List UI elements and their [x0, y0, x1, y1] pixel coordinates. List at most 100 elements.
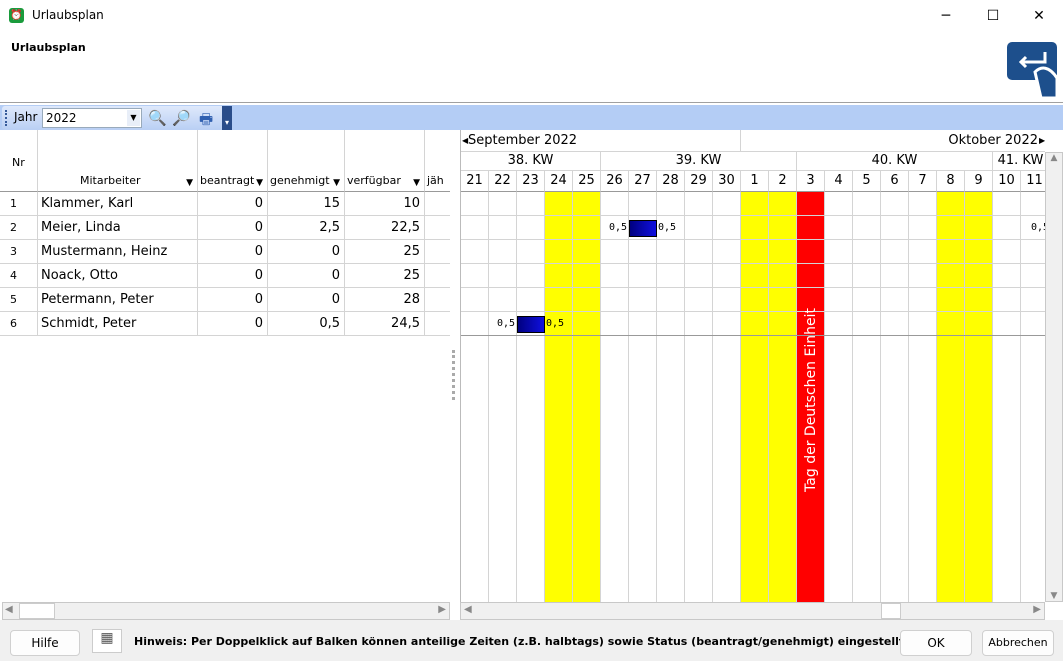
table-cell[interactable]: 24,5	[345, 312, 425, 336]
weekend-column[interactable]	[769, 192, 797, 602]
day-column[interactable]	[853, 192, 881, 602]
table-cell[interactable]: 0	[198, 216, 268, 240]
left-horizontal-scrollbar[interactable]: ◀ ▶	[2, 602, 450, 620]
table-cell[interactable]: 0	[268, 240, 345, 264]
table-cell[interactable]: 0	[198, 264, 268, 288]
day-header: 25	[573, 171, 601, 192]
table-cell[interactable]: 3	[0, 240, 38, 264]
splitter-handle[interactable]	[452, 350, 456, 400]
column-header-5[interactable]: jäh	[425, 130, 450, 192]
table-cell[interactable]: Petermann, Peter	[38, 288, 198, 312]
day-header: 30	[713, 171, 741, 192]
day-column[interactable]	[909, 192, 937, 602]
table-cell[interactable]: 4	[0, 264, 38, 288]
day-header: 24	[545, 171, 573, 192]
table-cell[interactable]: Noack, Otto	[38, 264, 198, 288]
table-cell[interactable]: 10	[345, 192, 425, 216]
day-column[interactable]	[825, 192, 853, 602]
weekend-column[interactable]	[965, 192, 993, 602]
day-column[interactable]	[685, 192, 713, 602]
table-cell[interactable]: Meier, Linda	[38, 216, 198, 240]
help-button[interactable]: Hilfe	[10, 630, 80, 656]
close-button[interactable]: ✕	[1016, 0, 1062, 32]
table-cell[interactable]: 2	[0, 216, 38, 240]
table-cell[interactable]: 0	[198, 288, 268, 312]
table-cell-empty[interactable]	[425, 240, 450, 264]
weekend-column[interactable]	[741, 192, 769, 602]
table-cell[interactable]: 0,5	[268, 312, 345, 336]
table-cell[interactable]: 6	[0, 312, 38, 336]
scroll-thumb[interactable]	[19, 603, 55, 619]
scroll-thumb[interactable]	[881, 603, 901, 619]
table-cell[interactable]: 5	[0, 288, 38, 312]
next-month-icon[interactable]: ▶	[1039, 136, 1045, 145]
maximize-button[interactable]: ☐	[970, 0, 1016, 32]
sort-dropdown-icon[interactable]: ▼	[333, 178, 340, 188]
table-cell[interactable]: 0	[268, 288, 345, 312]
sort-dropdown-icon[interactable]: ▼	[186, 178, 193, 188]
table-cell-empty[interactable]	[425, 264, 450, 288]
column-header-1[interactable]: Mitarbeiter ▼	[38, 130, 198, 192]
table-cell[interactable]: Mustermann, Heinz	[38, 240, 198, 264]
vacation-bar[interactable]	[629, 220, 657, 237]
column-header-label: Nr	[12, 156, 25, 169]
bar-right-value: 0,5	[546, 318, 565, 329]
vertical-scrollbar[interactable]: ▲ ▼	[1045, 152, 1063, 602]
day-column[interactable]	[601, 192, 629, 602]
day-column[interactable]	[713, 192, 741, 602]
table-cell-empty[interactable]	[425, 192, 450, 216]
prev-month-icon[interactable]: ◀	[462, 136, 468, 145]
sort-dropdown-icon[interactable]: ▼	[256, 178, 263, 188]
day-column[interactable]	[489, 192, 517, 602]
column-header-2[interactable]: beantragt ▼	[198, 130, 268, 192]
zoom-in-icon[interactable]: 🔍	[148, 109, 167, 127]
table-cell[interactable]: 25	[345, 264, 425, 288]
year-select[interactable]: 2022 ▼	[42, 108, 142, 128]
weekend-column[interactable]	[573, 192, 601, 602]
column-header-4[interactable]: verfügbar ▼	[345, 130, 425, 192]
table-cell[interactable]: 2,5	[268, 216, 345, 240]
table-cell[interactable]: 15	[268, 192, 345, 216]
table-cell[interactable]: 0	[198, 240, 268, 264]
sort-dropdown-icon[interactable]: ▼	[413, 178, 420, 188]
weekend-column[interactable]	[937, 192, 965, 602]
minimize-button[interactable]: ─	[923, 0, 969, 32]
table-cell[interactable]: 0	[268, 264, 345, 288]
column-header-0: Nr	[0, 130, 38, 192]
day-column[interactable]	[993, 192, 1021, 602]
day-column[interactable]	[517, 192, 545, 602]
window-title: Urlaubsplan	[32, 8, 104, 22]
table-cell[interactable]: 0	[198, 312, 268, 336]
table-cell[interactable]: 1	[0, 192, 38, 216]
column-header-label: jäh	[427, 174, 444, 187]
table-cell[interactable]: 28	[345, 288, 425, 312]
day-column[interactable]	[881, 192, 909, 602]
day-header: 4	[825, 171, 853, 192]
table-cell[interactable]: 22,5	[345, 216, 425, 240]
ok-button[interactable]: OK	[900, 630, 972, 656]
cancel-button[interactable]: Abbrechen	[982, 630, 1054, 656]
table-cell[interactable]: 25	[345, 240, 425, 264]
grip-handle[interactable]	[5, 110, 7, 126]
day-column[interactable]	[657, 192, 685, 602]
day-column[interactable]	[1021, 192, 1045, 602]
row-divider	[461, 287, 1045, 288]
toolbar-overflow-button[interactable]: ▾	[222, 106, 232, 130]
zoom-out-icon[interactable]: 🔎	[172, 109, 191, 127]
column-header-3[interactable]: genehmigt ▼	[268, 130, 345, 192]
week-header: 40. KW	[797, 152, 993, 171]
table-cell[interactable]: 0	[198, 192, 268, 216]
bar-right-value: 0,5	[658, 222, 677, 233]
table-cell[interactable]: Klammer, Karl	[38, 192, 198, 216]
table-cell-empty[interactable]	[425, 288, 450, 312]
calendar-horizontal-scrollbar[interactable]: ◀ ▶	[460, 602, 1045, 620]
table-cell[interactable]: Schmidt, Peter	[38, 312, 198, 336]
week-header: 41. KW	[993, 152, 1045, 171]
weekend-column[interactable]	[545, 192, 573, 602]
day-column[interactable]	[461, 192, 489, 602]
table-cell-empty[interactable]	[425, 312, 450, 336]
day-column[interactable]	[629, 192, 657, 602]
vacation-bar[interactable]	[517, 316, 545, 333]
day-header: 22	[489, 171, 517, 192]
table-cell-empty[interactable]	[425, 216, 450, 240]
